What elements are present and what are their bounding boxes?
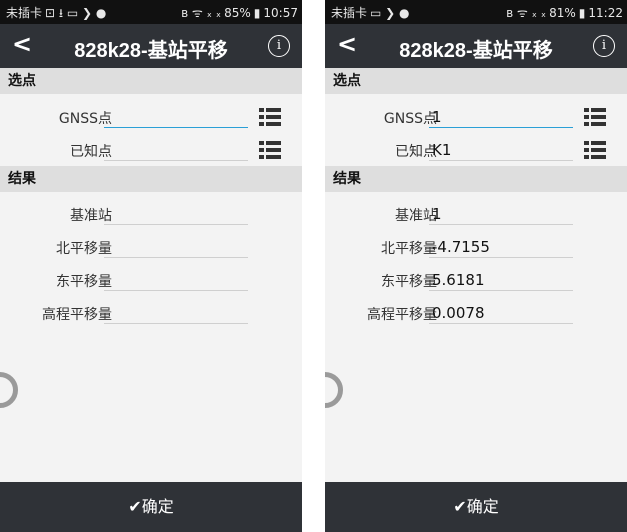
list-icon[interactable] xyxy=(584,108,606,126)
base-station-value: 1 xyxy=(429,203,573,225)
clock: 10:57 xyxy=(263,6,298,20)
clock: 11:22 xyxy=(588,6,623,20)
row-known-point: 已知点 xyxy=(0,133,302,167)
elevation-shift-label: 高程平移量 xyxy=(42,307,112,323)
floating-circle-icon[interactable] xyxy=(0,372,18,408)
page-title: 828k28-基站平移 xyxy=(399,40,553,62)
notification-icons: ⊡ ⭳ ▭ ❯ ● xyxy=(45,6,107,20)
section-header-result: 结果 xyxy=(325,166,627,192)
north-shift-value xyxy=(104,236,248,258)
row-gnss-point: GNSS点 xyxy=(0,100,302,134)
row-base-station: 基准站 xyxy=(0,197,302,231)
gnss-point-input[interactable]: 1 xyxy=(429,106,573,128)
elevation-shift-value xyxy=(104,302,248,324)
info-icon[interactable]: i xyxy=(593,35,615,57)
notification-icons: ▭ ❯ ● xyxy=(370,6,410,20)
gnss-point-input[interactable] xyxy=(104,106,248,128)
section-header-result: 结果 xyxy=(0,166,302,192)
row-east-shift: 东平移量 xyxy=(0,263,302,297)
list-icon[interactable] xyxy=(259,141,281,159)
confirm-button[interactable]: ✔确定 xyxy=(325,482,627,532)
carrier-text: 未插卡 xyxy=(6,6,43,20)
row-known-point: 已知点 K1 xyxy=(325,133,627,167)
floating-circle-icon[interactable] xyxy=(325,372,343,408)
signal-icons: ʙ ᯤ ₓ ₓ xyxy=(181,6,222,20)
app-bar: < 828k28-基站平移 i xyxy=(0,24,302,68)
battery-percent: 85% xyxy=(224,6,251,20)
row-east-shift: 东平移量 5.6181 xyxy=(325,263,627,297)
row-elevation-shift: 高程平移量 0.0078 xyxy=(325,296,627,330)
status-bar: 未插卡 ⊡ ⭳ ▭ ❯ ● ʙ ᯤ ₓ ₓ 85% ▮ 10:57 xyxy=(0,0,302,24)
phone-screen-1: 未插卡 ⊡ ⭳ ▭ ❯ ● ʙ ᯤ ₓ ₓ 85% ▮ 10:57 < 828k28-基… xyxy=(0,0,302,532)
page-title: 828k28-基站平移 xyxy=(74,40,228,62)
row-elevation-shift: 高程平移量 xyxy=(0,296,302,330)
carrier-text: 未插卡 xyxy=(331,6,368,20)
known-point-input[interactable]: K1 xyxy=(429,139,573,161)
row-base-station: 基准站 1 xyxy=(325,197,627,231)
row-gnss-point: GNSS点 1 xyxy=(325,100,627,134)
row-north-shift: 北平移量 -4.7155 xyxy=(325,230,627,264)
section-header-select: 选点 xyxy=(325,68,627,94)
status-bar: 未插卡 ▭ ❯ ● ʙ ᯤ ₓ ₓ 81% ▮ 11:22 xyxy=(325,0,627,24)
info-icon[interactable]: i xyxy=(268,35,290,57)
battery-icon: ▮ xyxy=(253,6,261,20)
battery-percent: 81% xyxy=(549,6,576,20)
row-north-shift: 北平移量 xyxy=(0,230,302,264)
section-header-select: 选点 xyxy=(0,68,302,94)
east-shift-value: 5.6181 xyxy=(429,269,573,291)
list-icon[interactable] xyxy=(259,108,281,126)
signal-icons: ʙ ᯤ ₓ ₓ xyxy=(506,6,547,20)
known-point-input[interactable] xyxy=(104,139,248,161)
base-station-value xyxy=(104,203,248,225)
north-shift-value: -4.7155 xyxy=(429,236,573,258)
phone-screen-2: 未插卡 ▭ ❯ ● ʙ ᯤ ₓ ₓ 81% ▮ 11:22 < 828k28-基站平移 … xyxy=(325,0,627,532)
east-shift-value xyxy=(104,269,248,291)
app-bar: < 828k28-基站平移 i xyxy=(325,24,627,68)
elevation-shift-label: 高程平移量 xyxy=(367,307,437,323)
battery-icon: ▮ xyxy=(578,6,586,20)
list-icon[interactable] xyxy=(584,141,606,159)
confirm-button[interactable]: ✔确定 xyxy=(0,482,302,532)
elevation-shift-value: 0.0078 xyxy=(429,302,573,324)
